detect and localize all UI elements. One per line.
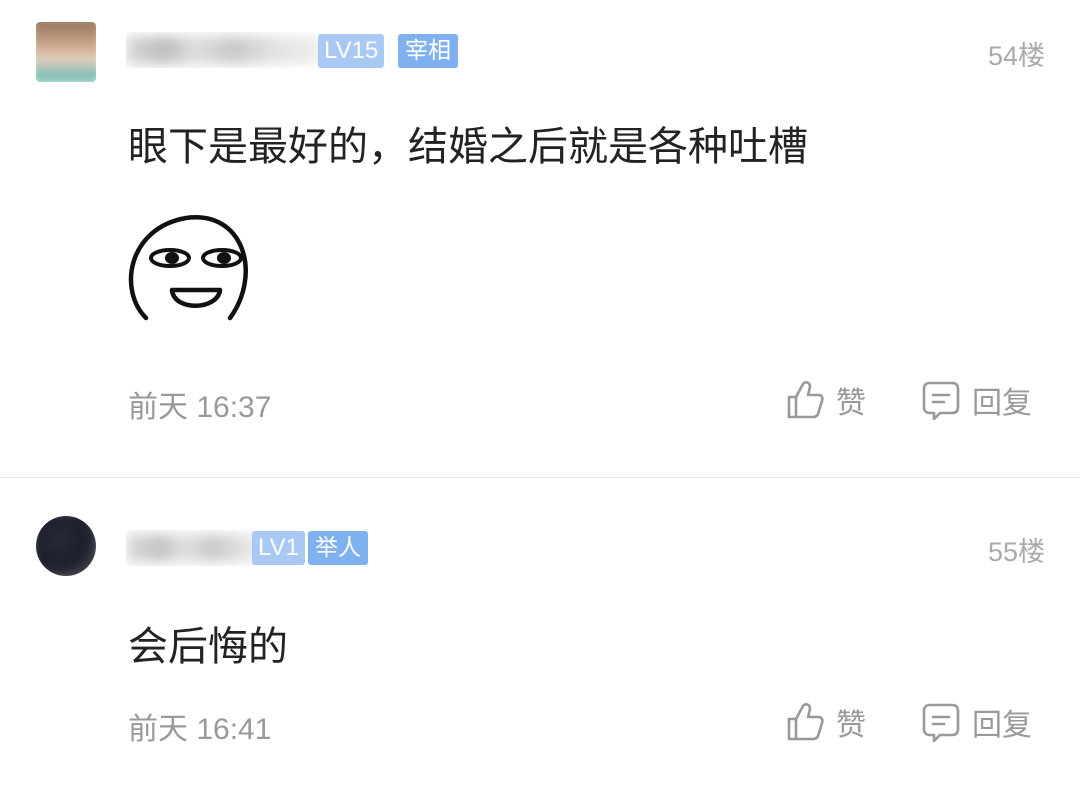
like-button[interactable]: 赞 — [786, 700, 866, 744]
title-badge: 宰相 — [398, 34, 458, 68]
title-badge: 举人 — [308, 531, 368, 565]
like-label: 赞 — [836, 386, 866, 421]
avatar[interactable] — [36, 22, 96, 82]
reply-button[interactable]: 回复 — [922, 378, 1032, 422]
post-time: 前天 16:41 — [128, 713, 272, 746]
comment-bubble-icon — [922, 381, 960, 420]
thumbs-up-icon — [787, 703, 824, 741]
comment-bubble-icon — [922, 703, 960, 742]
username-blurred[interactable] — [126, 32, 322, 68]
reply-label: 回复 — [972, 386, 1032, 421]
post-time: 前天 16:37 — [128, 391, 272, 424]
comment-text: 眼下是最好的，结婚之后就是各种吐槽 — [128, 124, 808, 170]
comment-55: LV1 举人 55楼 会后悔的 前天 16:41 赞 回复 — [0, 478, 1080, 791]
floor-number: 55楼 — [987, 537, 1045, 567]
thumbs-up-icon — [787, 381, 824, 419]
reply-label: 回复 — [972, 708, 1032, 743]
avatar[interactable] — [36, 516, 96, 576]
reply-button[interactable]: 回复 — [922, 700, 1032, 744]
floor-number: 54楼 — [987, 41, 1045, 71]
comment-54: LV15 宰相 54楼 眼下是最好的，结婚之后就是各种吐槽 前天 16:37 赞… — [0, 0, 1080, 477]
level-badge: LV15 — [318, 34, 385, 68]
comment-text: 会后悔的 — [128, 624, 288, 670]
like-button[interactable]: 赞 — [786, 378, 866, 422]
smirk-face-sticker-icon — [126, 212, 254, 324]
like-label: 赞 — [836, 708, 866, 743]
username-blurred[interactable] — [126, 530, 258, 566]
level-badge: LV1 — [252, 531, 305, 565]
